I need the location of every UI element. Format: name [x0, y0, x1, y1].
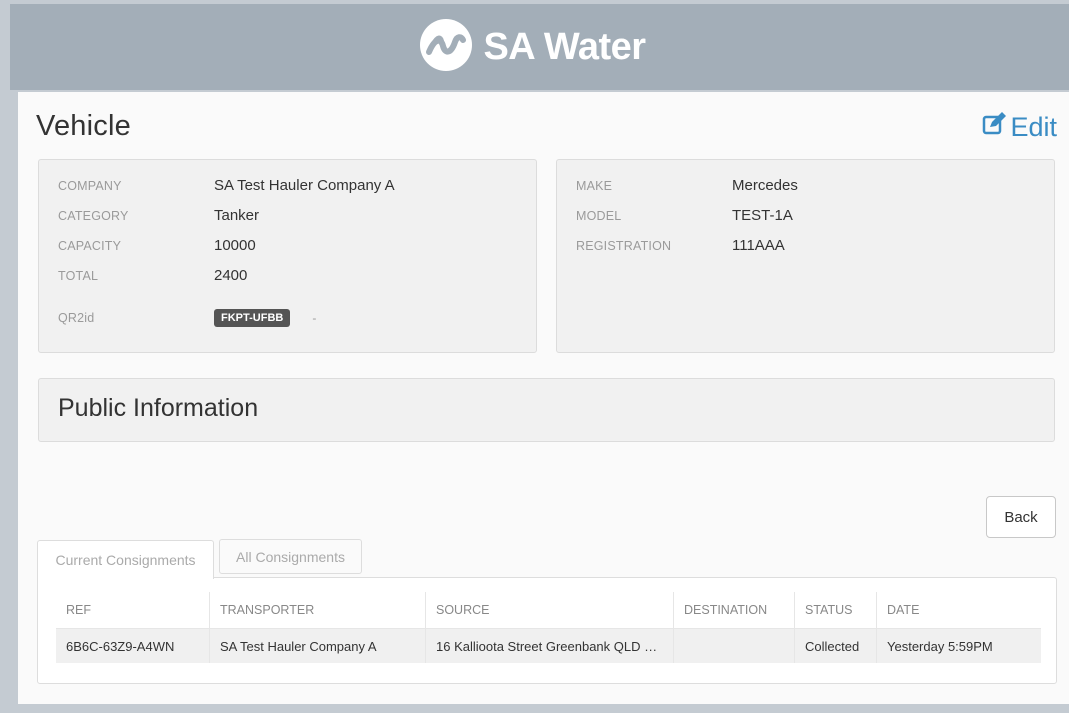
detail-value: 10000 — [214, 237, 256, 254]
cell-transporter: SA Test Hauler Company A — [210, 629, 426, 663]
column-header-transporter[interactable]: TRANSPORTER — [210, 592, 426, 628]
detail-value: Mercedes — [732, 177, 798, 194]
column-header-status[interactable]: STATUS — [795, 592, 877, 628]
vehicle-details-card: COMPANY SA Test Hauler Company A CATEGOR… — [38, 159, 537, 353]
tab-current-consignments[interactable]: Current Consignments — [37, 540, 214, 579]
detail-row-qr2id: QR2id FKPT-UFBB - — [58, 309, 316, 327]
public-information-title: Public Information — [58, 394, 259, 422]
back-button[interactable]: Back — [986, 496, 1056, 538]
edit-button[interactable]: Edit — [982, 112, 1057, 143]
detail-value: 2400 — [214, 267, 248, 284]
table-header: REF TRANSPORTER SOURCE DESTINATION STATU… — [56, 592, 1041, 629]
detail-row-make: MAKE Mercedes — [576, 177, 798, 194]
detail-value: SA Test Hauler Company A — [214, 177, 395, 194]
edit-icon — [982, 112, 1008, 143]
column-header-source[interactable]: SOURCE — [426, 592, 674, 628]
detail-label: MAKE — [576, 178, 613, 193]
app-header: SA Water — [10, 4, 1069, 90]
brand-name: SA Water — [483, 25, 646, 68]
cell-status: Collected — [795, 629, 877, 663]
detail-row-registration: REGISTRATION 111AAA — [576, 237, 785, 254]
detail-label: COMPANY — [58, 178, 122, 193]
qr-badge[interactable]: FKPT-UFBB — [214, 309, 291, 327]
detail-label: QR2id — [58, 311, 95, 325]
detail-row-total: TOTAL 2400 — [58, 267, 247, 284]
detail-row-category: CATEGORY Tanker — [58, 207, 259, 224]
column-header-ref[interactable]: REF — [56, 592, 210, 628]
vehicle-panel: Vehicle Edit COMPANY SA Test Hauler Comp… — [18, 92, 1069, 704]
detail-label: MODEL — [576, 208, 622, 223]
detail-value: TEST-1A — [732, 207, 793, 224]
cell-ref[interactable]: 6B6C-63Z9-A4WN — [56, 629, 210, 663]
detail-value: 111AAA — [732, 237, 785, 254]
column-header-date[interactable]: DATE — [877, 603, 1041, 617]
public-information-card[interactable]: Public Information — [38, 378, 1055, 442]
detail-row-model: MODEL TEST-1A — [576, 207, 793, 224]
detail-label: CAPACITY — [58, 238, 122, 253]
cell-date: Yesterday 5:59PM — [887, 638, 993, 654]
brand-logo[interactable]: SA Water — [417, 16, 646, 79]
vehicle-spec-card: MAKE Mercedes MODEL TEST-1A REGISTRATION… — [556, 159, 1055, 353]
detail-row-capacity: CAPACITY 10000 — [58, 237, 256, 254]
consignments-tab-panel: REF TRANSPORTER SOURCE DESTINATION STATU… — [37, 577, 1057, 684]
qr-extra: - — [312, 311, 317, 325]
detail-row-company: COMPANY SA Test Hauler Company A — [58, 177, 395, 194]
column-header-destination[interactable]: DESTINATION — [674, 592, 795, 628]
cell-source: 16 Kallioota Street Greenbank QLD … — [426, 629, 674, 663]
sa-water-wave-logo-icon — [417, 16, 475, 79]
consignments-table: REF TRANSPORTER SOURCE DESTINATION STATU… — [56, 592, 1041, 663]
cell-destination — [674, 629, 795, 663]
edit-label: Edit — [1010, 112, 1057, 142]
detail-value: Tanker — [214, 207, 260, 224]
detail-label: TOTAL — [58, 268, 99, 283]
page-title: Vehicle — [36, 110, 131, 142]
detail-label: REGISTRATION — [576, 238, 672, 253]
tab-all-consignments[interactable]: All Consignments — [219, 539, 362, 574]
detail-label: CATEGORY — [58, 208, 129, 223]
table-row[interactable]: 6B6C-63Z9-A4WN SA Test Hauler Company A … — [56, 629, 1041, 663]
